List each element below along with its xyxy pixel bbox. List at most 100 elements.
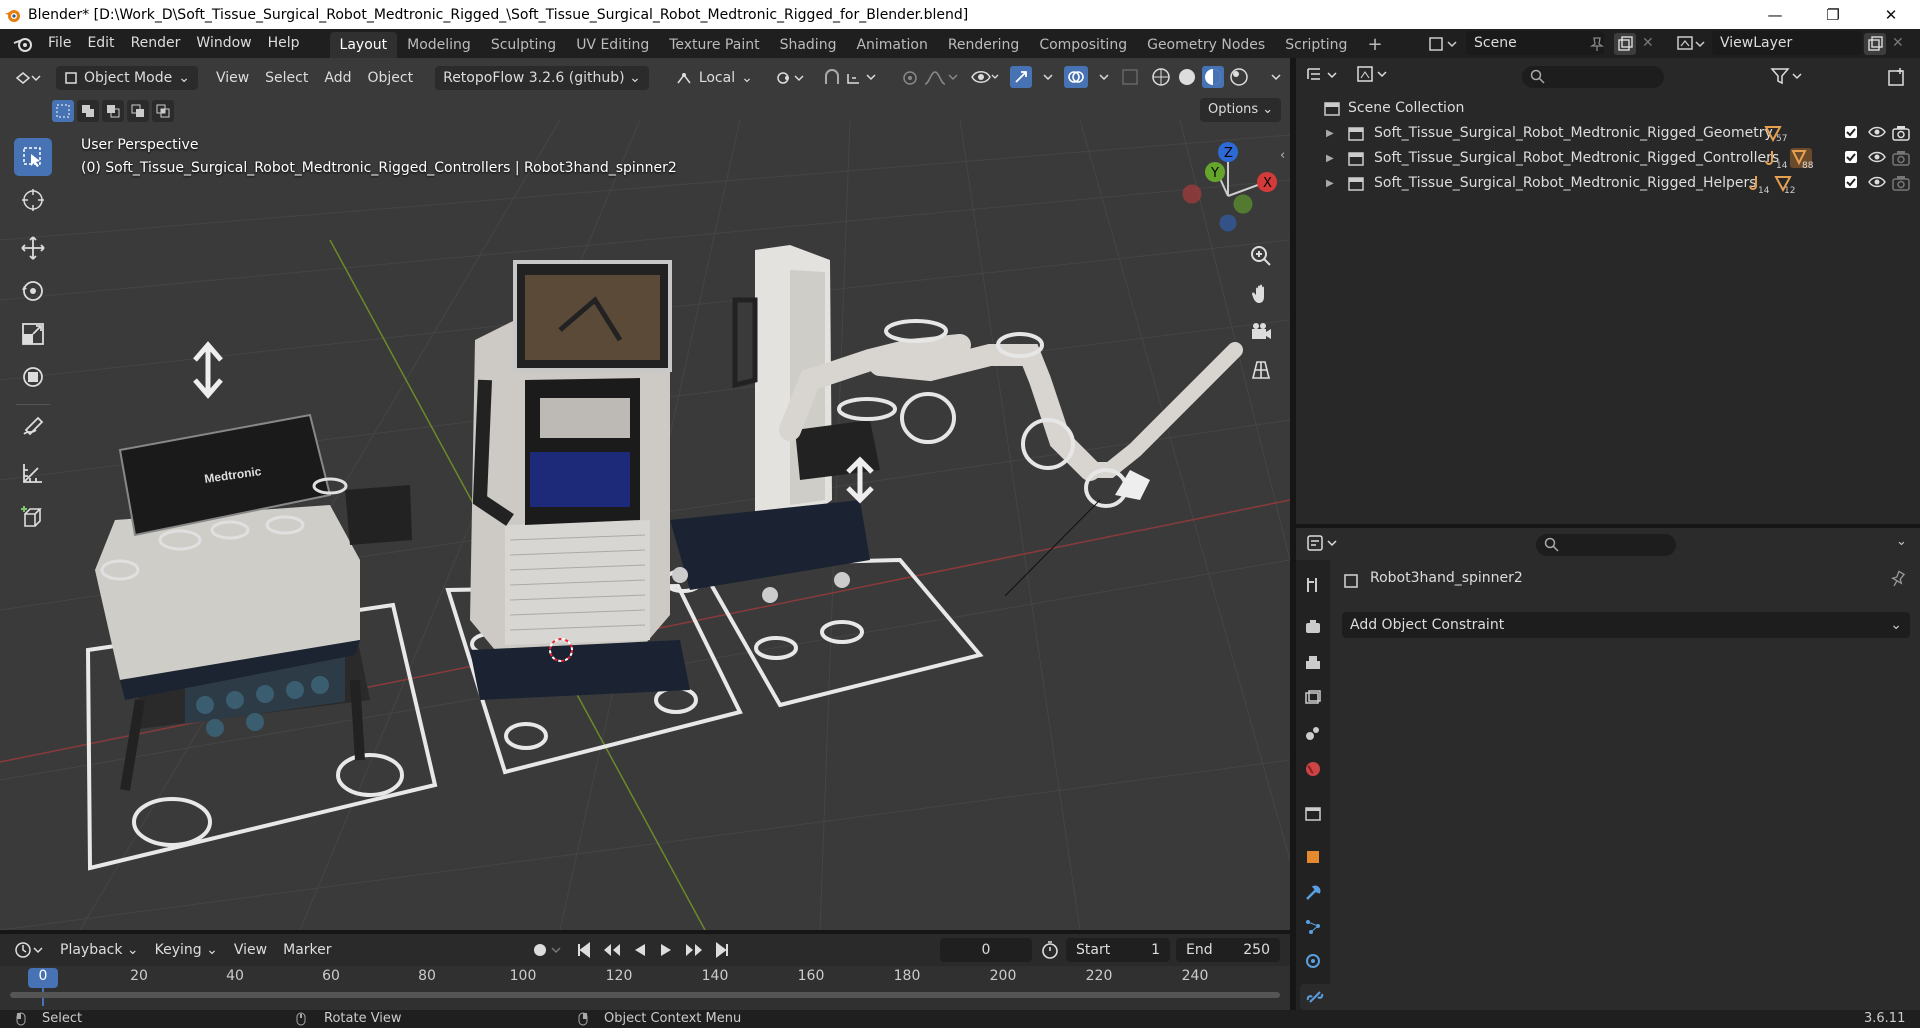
chevron-down-icon[interactable] — [1098, 71, 1110, 83]
timeline-scrollbar[interactable] — [10, 992, 1280, 998]
mode-select[interactable]: Object Mode ⌄ — [56, 66, 198, 90]
pivot-point-icon[interactable] — [767, 70, 815, 86]
play-icon[interactable] — [658, 942, 674, 958]
jump-end-icon[interactable] — [714, 942, 730, 958]
menu-marker[interactable]: Marker — [275, 942, 339, 958]
jump-keyframe-back-icon[interactable] — [602, 942, 622, 958]
timeline-editor-type-icon[interactable] — [6, 941, 52, 959]
end-frame-field[interactable]: End 250 — [1176, 938, 1280, 962]
menu-file[interactable]: File — [40, 29, 79, 58]
navigation-gizmo[interactable]: Z X Y — [1180, 140, 1280, 240]
ortho-grid-icon[interactable] — [1246, 355, 1276, 385]
checkbox-icon[interactable] — [1844, 150, 1858, 164]
scale-tool[interactable] — [14, 315, 52, 353]
tab-world-icon[interactable] — [1300, 756, 1326, 782]
tab-animation[interactable]: Animation — [846, 32, 937, 58]
tab-render-icon[interactable] — [1300, 614, 1326, 640]
collection-name[interactable]: Soft_Tissue_Surgical_Robot_Medtronic_Rig… — [1374, 146, 1779, 171]
3d-viewport[interactable]: Medtronic — [0, 58, 1290, 930]
jump-keyframe-forward-icon[interactable] — [684, 942, 704, 958]
menu-add[interactable]: Add — [316, 70, 359, 86]
tab-physics-icon[interactable] — [1300, 948, 1326, 974]
scene-collection-row[interactable]: Scene Collection — [1296, 96, 1920, 121]
menu-window[interactable]: Window — [188, 29, 259, 58]
view-layer-field[interactable]: ViewLayer — [1712, 31, 1862, 55]
collection-name[interactable]: Soft_Tissue_Surgical_Robot_Medtronic_Rig… — [1374, 171, 1757, 196]
tab-particles-icon[interactable] — [1300, 914, 1326, 940]
tab-layout[interactable]: Layout — [329, 31, 398, 58]
scene-field[interactable]: Scene — [1466, 31, 1604, 55]
render-camera-icon[interactable] — [1892, 150, 1910, 166]
current-frame-field[interactable]: 0 — [940, 938, 1032, 962]
gizmo-toggle-icon[interactable] — [1010, 66, 1032, 88]
menu-playback[interactable]: Playback ⌄ — [52, 942, 147, 958]
properties-editor-type-icon[interactable] — [1306, 534, 1340, 552]
expand-arrow-icon[interactable]: ▶ — [1326, 121, 1334, 146]
chevron-down-icon[interactable]: ⌄ — [1896, 534, 1907, 549]
menu-keying[interactable]: Keying ⌄ — [147, 942, 226, 958]
new-view-layer-icon[interactable] — [1864, 33, 1886, 55]
options-button[interactable]: Options ⌄ — [1200, 98, 1282, 122]
checkbox-icon[interactable] — [1844, 125, 1858, 139]
outliner-editor-type-icon[interactable] — [1306, 66, 1340, 84]
collection-name[interactable]: Soft_Tissue_Surgical_Robot_Medtronic_Rig… — [1374, 121, 1773, 146]
tab-view-layer-icon[interactable] — [1300, 685, 1326, 711]
add-cube-tool[interactable] — [14, 498, 52, 536]
render-camera-icon[interactable] — [1892, 125, 1910, 141]
tab-sculpting[interactable]: Sculpting — [481, 32, 566, 58]
stopwatch-icon[interactable] — [1040, 940, 1060, 960]
tab-tool-icon[interactable] — [1300, 572, 1326, 598]
record-icon[interactable] — [530, 940, 566, 960]
properties-editor[interactable] — [1296, 528, 1920, 1010]
close-button[interactable]: ✕ — [1862, 0, 1920, 29]
tab-collection-icon[interactable] — [1300, 801, 1326, 827]
tab-constraints-icon[interactable] — [1300, 984, 1330, 1010]
play-reverse-icon[interactable] — [632, 942, 648, 958]
outliner-search-input[interactable] — [1522, 66, 1664, 88]
zoom-icon[interactable] — [1246, 241, 1276, 271]
display-mode-icon[interactable] — [1356, 64, 1390, 86]
expand-arrow-icon[interactable]: ▶ — [1326, 171, 1334, 196]
move-tool[interactable] — [14, 229, 52, 267]
tab-texture-paint[interactable]: Texture Paint — [659, 32, 769, 58]
delete-scene-icon[interactable]: ✕ — [1642, 35, 1654, 51]
annotate-tool[interactable] — [14, 408, 52, 446]
menu-edit[interactable]: Edit — [79, 29, 122, 58]
xray-toggle-icon[interactable] — [1120, 67, 1140, 87]
chevron-down-icon[interactable] — [1270, 71, 1282, 83]
select-new-icon[interactable] — [52, 100, 74, 122]
eye-icon[interactable] — [1868, 175, 1886, 189]
jump-start-icon[interactable] — [576, 942, 592, 958]
tab-output-icon[interactable] — [1300, 650, 1326, 676]
proportional-edit-icon[interactable] — [893, 69, 969, 87]
view-layer-icon[interactable] — [1676, 33, 1708, 55]
minimize-button[interactable]: — — [1746, 0, 1804, 29]
properties-search-input[interactable] — [1536, 534, 1676, 556]
editor-type-icon[interactable] — [6, 70, 50, 86]
tab-geometry-nodes[interactable]: Geometry Nodes — [1137, 32, 1275, 58]
expand-arrow-icon[interactable]: ▶ — [1326, 146, 1334, 171]
select-intersect-icon[interactable] — [152, 100, 174, 122]
select-invert-icon[interactable] — [127, 100, 149, 122]
blender-menu-icon[interactable] — [12, 34, 34, 54]
add-workspace-button[interactable]: + — [1357, 32, 1392, 58]
rotate-tool[interactable] — [14, 272, 52, 310]
add-object-constraint-dropdown[interactable]: Add Object Constraint ⌄ — [1342, 612, 1910, 638]
measure-tool[interactable] — [14, 454, 52, 492]
tab-scene-icon[interactable] — [1300, 720, 1326, 746]
eye-icon[interactable] — [1868, 150, 1886, 164]
start-frame-field[interactable]: Start 1 — [1066, 938, 1170, 962]
snap-icon[interactable] — [815, 69, 887, 87]
tab-modifiers-icon[interactable] — [1300, 880, 1326, 906]
outliner-row[interactable]: ▶ Soft_Tissue_Surgical_Robot_Medtronic_R… — [1296, 146, 1920, 171]
filter-icon[interactable] — [1770, 66, 1804, 86]
transform-tool[interactable] — [14, 358, 52, 396]
select-box-tool[interactable] — [14, 138, 52, 176]
menu-object[interactable]: Object — [359, 70, 421, 86]
tab-compositing[interactable]: Compositing — [1029, 32, 1137, 58]
cursor-tool[interactable] — [14, 181, 52, 219]
pin-icon[interactable] — [1890, 570, 1906, 588]
pin-scene-icon[interactable] — [1590, 36, 1604, 52]
menu-select[interactable]: Select — [257, 70, 316, 86]
checkbox-icon[interactable] — [1844, 175, 1858, 189]
